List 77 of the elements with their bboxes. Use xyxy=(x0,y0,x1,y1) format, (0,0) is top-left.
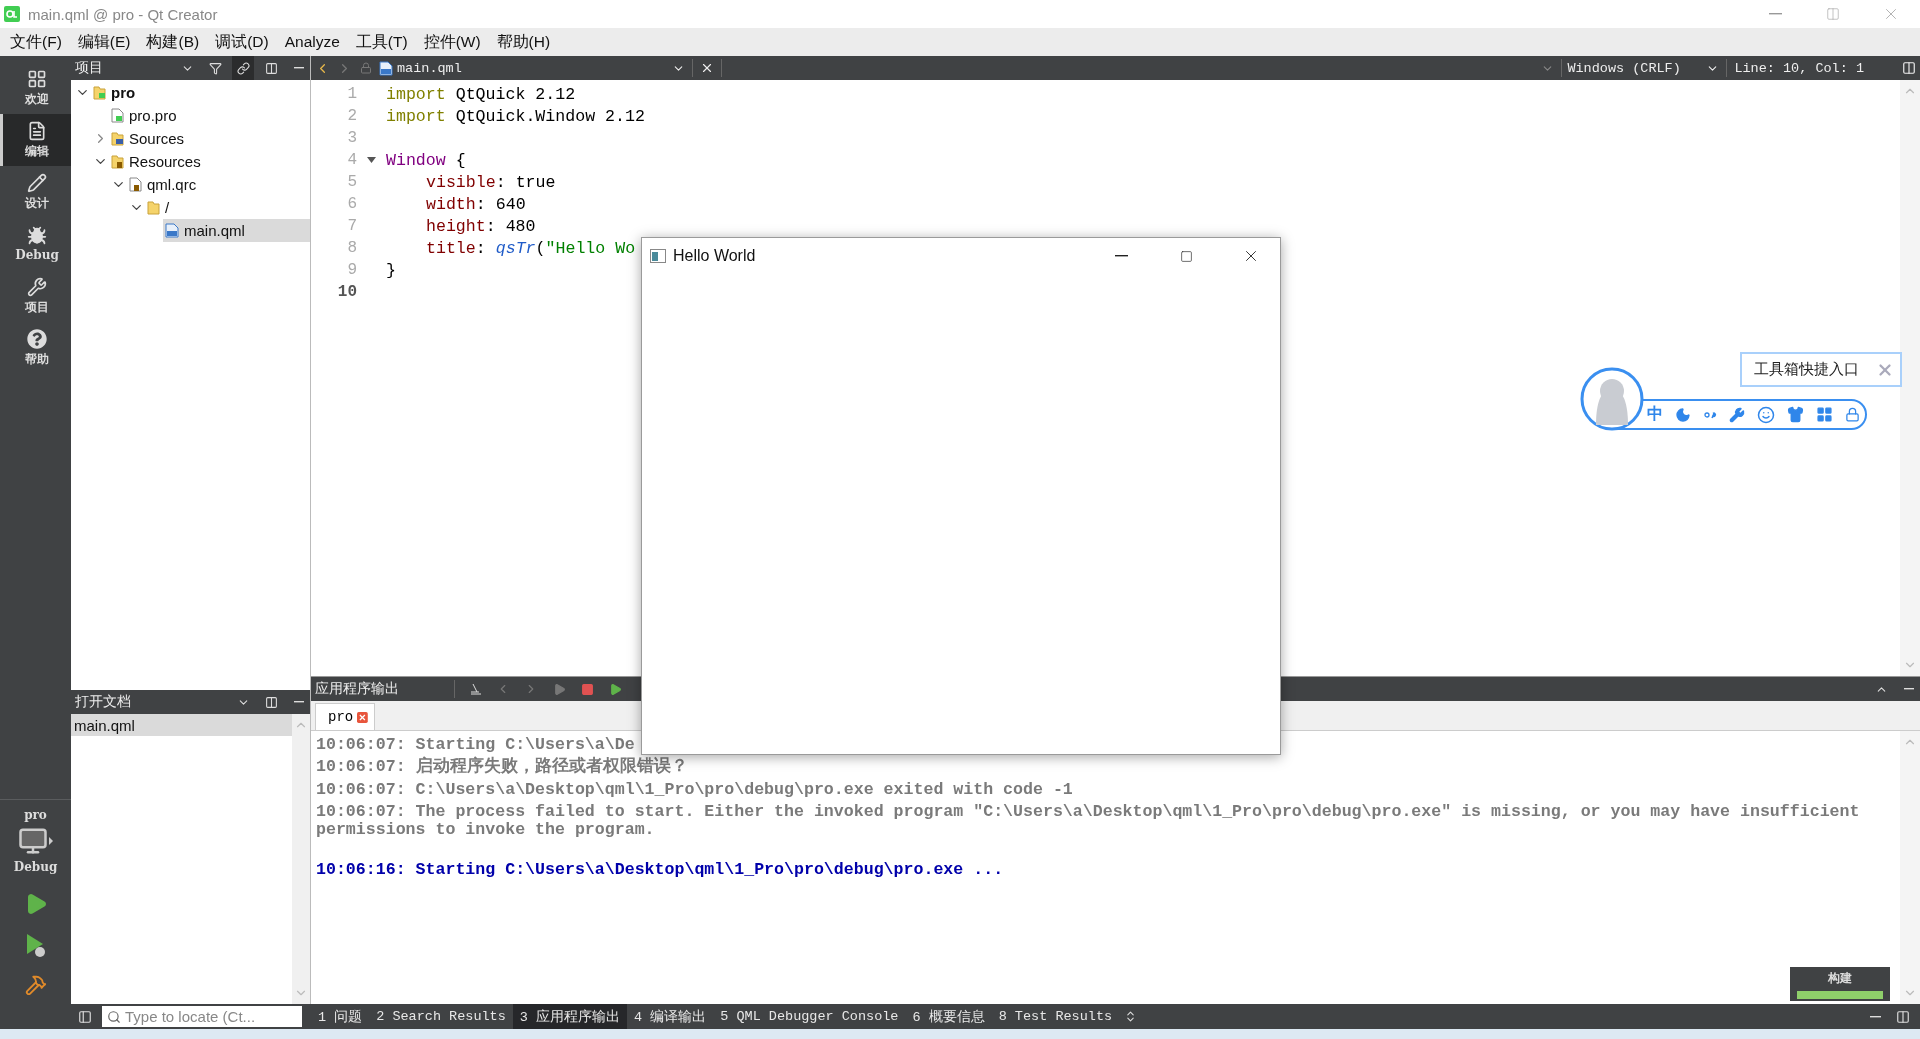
tree-item[interactable]: Resources xyxy=(109,150,310,173)
code-token: : 640 xyxy=(475,194,526,214)
tree-item[interactable]: pro.pro xyxy=(109,104,310,127)
code-token: { xyxy=(454,150,466,170)
menu-item[interactable]: 文件(F) xyxy=(2,28,70,56)
code-token: width xyxy=(426,194,476,214)
menu-item[interactable]: 帮助(H) xyxy=(488,28,559,56)
menu-item[interactable]: 控件(W) xyxy=(415,28,489,56)
code-token: QtQuick 2.12 xyxy=(454,84,576,104)
menu-item[interactable]: 工具(T) xyxy=(347,28,416,56)
code-token: import xyxy=(386,84,446,104)
code-token: QtQuick.Window 2.12 xyxy=(454,106,645,126)
output-line: 10:06:07: Starting C:\Users\a\De xyxy=(316,734,636,756)
mode-tab[interactable]: 欢迎 xyxy=(0,62,71,114)
output-pane-tab[interactable]: 1 问题 xyxy=(311,1004,370,1029)
code-token: height xyxy=(426,216,486,236)
line-number: 5 xyxy=(346,173,357,191)
menu-item[interactable]: Analyze xyxy=(276,28,348,56)
output-line: 10:06:07: 启动程序失败，路径或者权限错误？ xyxy=(316,756,689,779)
mode-tab[interactable]: 项目 xyxy=(0,270,71,322)
tree-item[interactable]: pro xyxy=(91,81,310,104)
mode-tab[interactable]: Debug xyxy=(0,218,71,270)
output-line: 10:06:07: The process failed to start. Either the invoked program "C:\Users\a\Desktop\qml\1_Pro\pro\debug\pro.exe" is missing, or you may have insufficient permissions to invoke the program. xyxy=(316,800,1861,842)
code-token: import xyxy=(386,106,446,126)
code-token: "Hello Wo xyxy=(545,238,636,258)
language-indicator[interactable]: 中 xyxy=(1647,404,1663,425)
line-number: 3 xyxy=(346,129,357,147)
line-number: 6 xyxy=(346,195,357,213)
tree-item[interactable]: main.qml xyxy=(163,219,310,242)
menu-item[interactable]: 构建(B) xyxy=(138,28,208,56)
mode-tab[interactable]: 设计 xyxy=(0,166,71,218)
kit-config: Debug xyxy=(13,860,58,874)
pane-title: 项目 xyxy=(75,59,104,77)
tree-item[interactable]: qml.qrc xyxy=(127,173,310,196)
line-number: 7 xyxy=(346,217,357,235)
output-pane-tab[interactable]: 6 概要信息 xyxy=(905,1004,992,1029)
window-title: main.qml @ pro - Qt Creator xyxy=(28,5,219,23)
code-token: } xyxy=(386,260,396,280)
output-pane-tab[interactable]: 5 QML Debugger Console xyxy=(713,1004,906,1029)
code-token: qsTr xyxy=(495,238,536,258)
tree-item[interactable]: Sources xyxy=(109,127,310,150)
output-pane-tab[interactable]: 4 编译输出 xyxy=(627,1004,714,1029)
code-token: title xyxy=(426,238,476,258)
document-item[interactable]: main.qml xyxy=(71,714,292,736)
output-pane-tab[interactable]: 3 应用程序输出 xyxy=(512,1004,628,1029)
output-pane-tab[interactable]: 8 Test Results xyxy=(991,1004,1120,1029)
output-pane-tab[interactable]: 2 Search Results xyxy=(369,1004,513,1029)
mode-tab[interactable]: 帮助 xyxy=(0,322,71,374)
line-number: 1 xyxy=(346,85,357,103)
line-ending-selector[interactable]: Windows (CRLF) xyxy=(1565,56,1702,80)
code-token: visible xyxy=(426,172,496,192)
line-number: 4 xyxy=(346,151,357,169)
tooltip-text: 工具箱快捷入口 xyxy=(1754,360,1860,379)
output-line: 10:06:16: Starting C:\Users\a\Desktop\qml\1_Pro\pro\debug\pro.exe ... xyxy=(316,859,1005,882)
line-number: 2 xyxy=(346,107,357,125)
window-title: Hello World xyxy=(673,247,757,265)
document-selector[interactable]: main.qml xyxy=(377,56,667,80)
code-token: : true xyxy=(495,172,556,192)
locate-field[interactable]: Type to locate (Ct... xyxy=(102,1006,302,1027)
build-label: 构建 xyxy=(1828,970,1852,987)
output-line: 10:06:07: C:\Users\a\Desktop\qml\1_Pro\pro\debug\pro.exe exited with code -1 xyxy=(316,778,1074,801)
line-number: 9 xyxy=(346,261,357,279)
cursor-position: Line: 10, Col: 1 xyxy=(1733,60,1865,76)
pane-title: 打开文档 xyxy=(75,693,132,711)
code-token: : xyxy=(475,238,487,258)
tree-item[interactable]: / xyxy=(145,196,310,219)
line-number: 8 xyxy=(346,239,357,257)
menu-item[interactable]: 编辑(E) xyxy=(69,28,139,56)
pane-title: 应用程序输出 xyxy=(315,680,400,698)
output-tab[interactable]: pro xyxy=(315,703,375,730)
code-token: Window xyxy=(386,150,446,170)
mode-tab[interactable]: 编辑 xyxy=(0,114,71,166)
menu-item[interactable]: 调试(D) xyxy=(207,28,277,56)
kit-project: pro xyxy=(24,808,47,822)
code-token: : 480 xyxy=(485,216,536,236)
code-token: ( xyxy=(535,238,546,258)
line-number: 10 xyxy=(336,283,357,301)
